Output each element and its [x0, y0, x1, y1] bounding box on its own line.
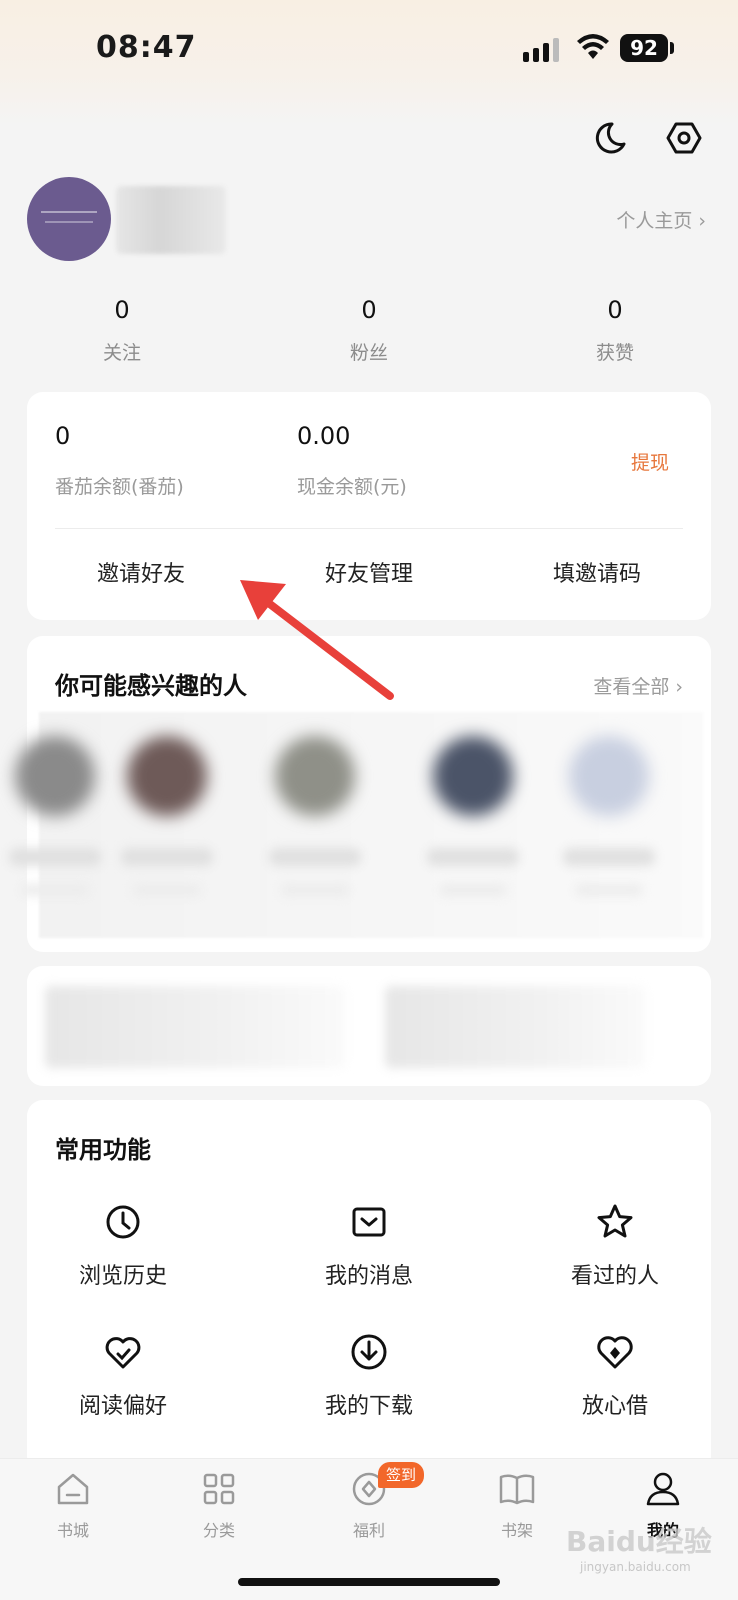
function-viewed-people[interactable]: 看过的人	[515, 1202, 715, 1290]
home-icon	[57, 1473, 89, 1505]
function-label: 看过的人	[570, 1264, 659, 1289]
wifi-icon	[577, 34, 609, 59]
suggested-person[interactable]	[119, 736, 215, 936]
stat-fans-label: 粉丝	[349, 342, 388, 364]
battery-tip	[670, 42, 674, 54]
function-reading-preference[interactable]: 阅读偏好	[23, 1332, 223, 1420]
tab-label: 书架	[500, 1521, 533, 1540]
tab-bookstore[interactable]: 书城	[28, 1469, 118, 1541]
function-label: 浏览历史	[78, 1264, 167, 1289]
stat-likes-value: 0	[607, 296, 623, 324]
wallet-divider	[55, 528, 683, 529]
baidu-watermark-url: jingyan.baidu.com	[580, 1560, 691, 1574]
tab-label: 书城	[56, 1521, 89, 1540]
function-label: 阅读偏好	[78, 1394, 167, 1419]
user-icon	[646, 1472, 680, 1506]
enter-invite-code-button[interactable]: 填邀请码	[497, 556, 697, 588]
tomato-balance-label: 番茄余额(番茄)	[55, 476, 184, 498]
tab-label: 分类	[202, 1521, 235, 1540]
promo-item-right[interactable]	[385, 986, 645, 1068]
stat-following-label: 关注	[102, 342, 141, 364]
suggested-person[interactable]	[561, 736, 657, 936]
stat-following-value: 0	[114, 296, 130, 324]
cash-balance-value[interactable]: 0.00	[297, 422, 350, 450]
book-icon	[499, 1474, 535, 1505]
download-icon	[351, 1334, 387, 1370]
heart-diamond-icon	[597, 1336, 633, 1369]
battery-indicator: 92	[620, 34, 668, 62]
see-all-link[interactable]: 查看全部 ›	[593, 672, 683, 699]
tab-label: 福利	[352, 1521, 385, 1540]
tab-category[interactable]: 分类	[174, 1469, 264, 1541]
suggested-person[interactable]	[7, 736, 103, 936]
suggested-people-title: 你可能感兴趣的人	[55, 672, 247, 700]
stat-following[interactable]: 0 关注	[62, 296, 182, 365]
stat-fans-value: 0	[361, 296, 377, 324]
baidu-watermark: Baidu经验	[566, 1525, 712, 1558]
star-icon	[597, 1204, 633, 1238]
function-browse-history[interactable]: 浏览历史	[23, 1202, 223, 1290]
tab-bookshelf[interactable]: 书架	[472, 1469, 562, 1541]
grid-icon	[203, 1473, 235, 1505]
sign-in-badge[interactable]: 签到	[378, 1462, 425, 1488]
heart-check-icon	[105, 1337, 141, 1369]
common-functions-title: 常用功能	[55, 1136, 151, 1164]
suggested-people-card: 你可能感兴趣的人 查看全部 ›	[9, 636, 711, 952]
settings-gear-icon[interactable]	[664, 118, 704, 158]
tomato-balance-value[interactable]: 0	[55, 422, 70, 450]
invite-friends-button[interactable]: 邀请好友	[41, 556, 241, 588]
clock-icon	[106, 1205, 140, 1239]
promo-card[interactable]	[27, 966, 711, 1086]
user-avatar[interactable]	[27, 177, 111, 261]
friend-management-button[interactable]: 好友管理	[269, 556, 469, 588]
message-icon	[352, 1207, 386, 1237]
cash-balance-label: 现金余额(元)	[297, 476, 407, 498]
personal-homepage-link[interactable]: 个人主页 ›	[616, 206, 706, 233]
function-fangxin-loan[interactable]: 放心借	[515, 1332, 715, 1420]
wallet-card: 0 番茄余额(番茄) 0.00 现金余额(元) 提现 邀请好友 好友管理 填邀请…	[27, 392, 711, 620]
suggested-person[interactable]	[425, 736, 521, 936]
cellular-signal-icon	[523, 38, 563, 62]
stat-likes[interactable]: 0 获赞	[555, 296, 675, 365]
withdraw-button[interactable]: 提现	[631, 448, 669, 475]
function-my-downloads[interactable]: 我的下载	[269, 1332, 469, 1420]
function-label: 我的消息	[324, 1264, 413, 1289]
promo-item-left[interactable]	[45, 986, 345, 1068]
common-functions-card: 常用功能 浏览历史 我的消息 看过的人 阅读偏好 我的下载 放心借	[27, 1100, 711, 1472]
function-label: 我的下载	[324, 1394, 413, 1419]
stat-likes-label: 获赞	[595, 342, 634, 364]
home-indicator	[238, 1578, 500, 1586]
status-bar: 08:47 92	[0, 0, 738, 100]
night-mode-moon-icon[interactable]	[590, 118, 630, 158]
status-time: 08:47	[96, 30, 197, 65]
username-blurred[interactable]	[116, 186, 226, 254]
suggested-person[interactable]	[267, 736, 363, 936]
stat-fans[interactable]: 0 粉丝	[309, 296, 429, 365]
function-my-messages[interactable]: 我的消息	[269, 1202, 469, 1290]
function-label: 放心借	[581, 1394, 648, 1419]
